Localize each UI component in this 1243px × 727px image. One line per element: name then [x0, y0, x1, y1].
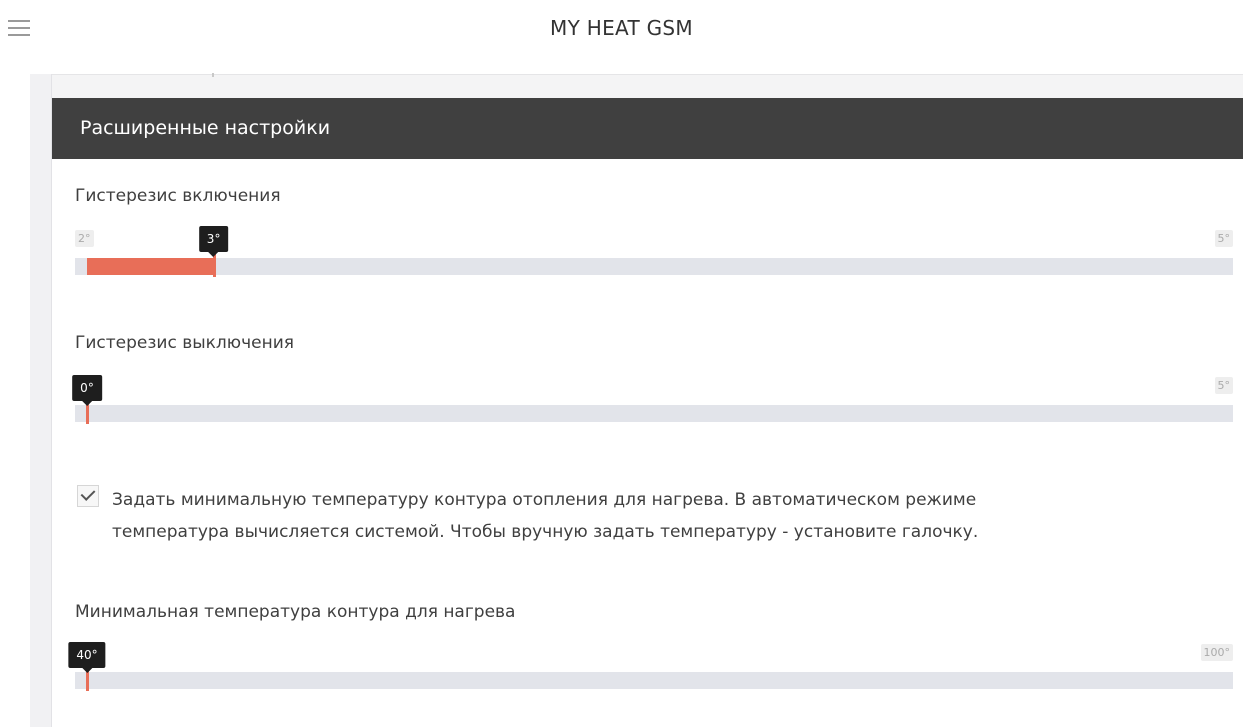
slider-max-label: 5°: [1214, 230, 1233, 247]
section-header: Расширенные настройки: [52, 98, 1243, 159]
checkmark-icon: [80, 486, 96, 501]
slider-fill: [87, 258, 214, 275]
section-title: Расширенные настройки: [80, 117, 331, 139]
slider-max-label: 5°: [1214, 377, 1233, 394]
slider-max-label: 100°: [1200, 644, 1233, 661]
hysteresis-on-slider[interactable]: 2° 5° 3°: [75, 226, 1233, 290]
slider-track[interactable]: [75, 251, 1233, 277]
slider-min-label: 2°: [75, 230, 94, 247]
min-circuit-temp-label: Минимальная температура контура для нагр…: [75, 602, 516, 622]
hysteresis-off-slider[interactable]: 5° 0°: [72, 375, 1233, 437]
slider-value-tooltip: 3°: [198, 226, 229, 257]
hysteresis-off-label: Гистерезис выключения: [75, 333, 294, 353]
left-rail: [30, 74, 52, 727]
hysteresis-on-label: Гистерезис включения: [75, 186, 281, 206]
app-title: MY HEAT GSM: [550, 16, 693, 40]
previous-panel-edge: [52, 73, 1243, 99]
slider-track[interactable]: [75, 665, 1233, 691]
slider-value-tooltip: 40°: [68, 642, 106, 673]
min-temp-checkbox[interactable]: [77, 485, 99, 507]
top-bar: MY HEAT GSM: [0, 0, 1243, 74]
min-circuit-temp-slider[interactable]: 100° 40°: [68, 642, 1233, 704]
slider-value-tooltip: 0°: [72, 375, 102, 406]
slider-track[interactable]: [75, 398, 1233, 424]
min-temp-checkbox-label[interactable]: Задать минимальную температуру контура о…: [112, 484, 1112, 548]
